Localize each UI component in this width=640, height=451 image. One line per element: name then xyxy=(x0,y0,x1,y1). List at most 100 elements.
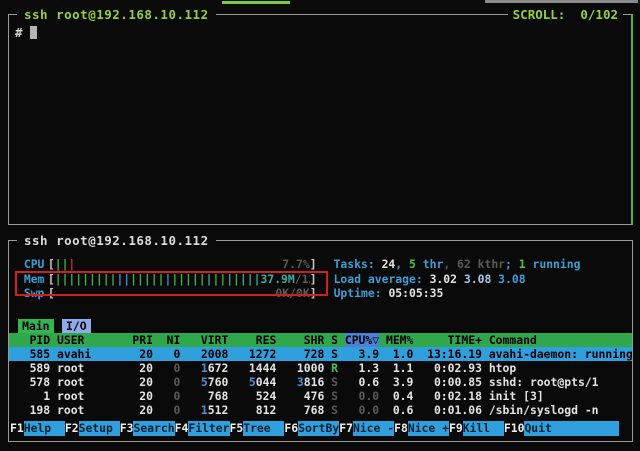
text-segment: 1 xyxy=(201,403,208,417)
text-segment: 3 xyxy=(297,375,304,389)
fkey-f1[interactable]: F1 xyxy=(10,421,24,436)
text-segment: avahi xyxy=(57,347,91,361)
column-header-pri[interactable]: PRI xyxy=(132,333,153,347)
cell-cpu: 0.6 xyxy=(345,375,379,389)
column-header-pid[interactable]: PID xyxy=(9,333,50,347)
text-cursor xyxy=(30,26,37,39)
cell-command: htop xyxy=(489,361,632,375)
text-segment: 3.08 xyxy=(464,272,498,286)
fkey-f7[interactable]: F7 xyxy=(339,421,353,436)
fkey-action-kill[interactable]: Kill xyxy=(463,421,504,436)
htop-meters: CPU[|||7.7%] Tasks: 24, 5 thr, 62 kthr; … xyxy=(17,257,624,301)
uptime: Uptime: 05:05:35 xyxy=(334,286,444,301)
fkey-action-search[interactable]: Search xyxy=(133,421,174,436)
text-segment: 2008 xyxy=(201,347,228,361)
top-ssh-pane[interactable]: ssh root@192.168.10.112 SCROLL: 0/102 # xyxy=(8,14,633,225)
meter-bar: | xyxy=(55,257,62,271)
process-row[interactable]: 1root200768524476S0.00.40:02.18init [3] xyxy=(9,389,632,403)
fkey-f9[interactable]: F9 xyxy=(449,421,463,436)
cell-command: /sbin/syslogd -n xyxy=(489,403,632,417)
column-header-cpu[interactable]: CPU%▽ xyxy=(345,333,379,347)
meter-bracket: ] xyxy=(310,286,317,301)
column-header-ni[interactable]: NI xyxy=(160,333,181,347)
process-row[interactable]: 578root200576050443816S0.63.90:00.85sshd… xyxy=(9,375,632,389)
cell-pid: 578 xyxy=(9,375,50,389)
text-segment: 816 xyxy=(304,375,325,389)
text-segment: , xyxy=(395,257,409,271)
process-row[interactable]: 589root200167214441000R1.31.10:02.93htop xyxy=(9,361,632,375)
bottom-ssh-pane[interactable]: ssh root@192.168.10.112 CPU[|||7.7%] Tas… xyxy=(8,240,633,442)
scroll-indicator: SCROLL: 0/102 xyxy=(508,7,623,22)
prompt-symbol: # xyxy=(15,25,23,40)
cell-mem: 0.6 xyxy=(379,403,413,417)
cell-time: 0:00.85 xyxy=(420,375,482,389)
cell-res: 1272 xyxy=(235,347,276,361)
fkey-f5[interactable]: F5 xyxy=(230,421,244,436)
process-row[interactable]: 198root2001512812768S0.00.60:01.06/sbin/… xyxy=(9,403,632,417)
fkey-action-filter[interactable]: Filter xyxy=(188,421,229,436)
meter-bar: | xyxy=(199,272,206,286)
cell-cpu: 1.3 xyxy=(345,361,379,375)
column-header-virt[interactable]: VIRT xyxy=(187,333,228,347)
text-segment: 760 xyxy=(208,375,229,389)
fkey-f6[interactable]: F6 xyxy=(284,421,298,436)
cell-command: avahi-daemon: running xyxy=(489,347,632,361)
meter-bar: | xyxy=(130,272,137,286)
text-segment: 3.9 xyxy=(359,347,380,361)
cell-ni: 0 xyxy=(160,389,181,403)
cell-user: root xyxy=(57,375,126,389)
column-header-time[interactable]: TIME+ xyxy=(420,333,482,347)
tab-main[interactable]: Main xyxy=(18,319,54,333)
cell-ni: 0 xyxy=(160,347,181,361)
text-segment: root xyxy=(57,403,84,417)
column-header-shr[interactable]: SHR xyxy=(283,333,324,347)
text-segment: 5 xyxy=(409,257,416,271)
text-segment: 672 xyxy=(208,361,229,375)
fkey-action-sortby[interactable]: SortBy xyxy=(298,421,339,436)
process-row[interactable]: 585avahi20020081272728S3.91.013:16.19ava… xyxy=(9,347,632,361)
meter-bracket: [ xyxy=(48,272,55,287)
text-segment: Load average: xyxy=(334,272,430,286)
meter-bars: ||| xyxy=(55,257,76,272)
tab-i-o[interactable]: I/O xyxy=(62,319,91,333)
memory-meter: Mem[||||||||||||||||||||||||||||||37.9M/… xyxy=(17,272,317,287)
meter-bar: | xyxy=(55,272,62,286)
column-header-res[interactable]: RES xyxy=(235,333,276,347)
fkey-f10[interactable]: F10 xyxy=(504,421,525,436)
cell-s: R xyxy=(331,361,338,375)
meter-fill-area: ||||||||||||||||||||||||||||||37.9M/128M xyxy=(55,272,310,287)
fkey-f2[interactable]: F2 xyxy=(65,421,79,436)
shell-prompt-line[interactable]: # xyxy=(15,25,37,40)
fkey-action-setup[interactable]: Setup xyxy=(79,421,120,436)
fkey-f8[interactable]: F8 xyxy=(394,421,408,436)
text-segment: 768 xyxy=(208,389,229,403)
column-header-s[interactable]: S xyxy=(331,333,338,347)
cell-pid: 198 xyxy=(9,403,50,417)
fkey-f4[interactable]: F4 xyxy=(175,421,189,436)
text-segment: 768 xyxy=(304,403,325,417)
meter-label: Mem xyxy=(24,272,48,287)
text-segment: 524 xyxy=(256,389,277,403)
fkey-action-nice-[interactable]: Nice + xyxy=(408,421,449,436)
fkey-f3[interactable]: F3 xyxy=(120,421,134,436)
fkey-action-tree[interactable]: Tree xyxy=(243,421,284,436)
text-segment: 3.08 xyxy=(498,272,525,286)
text-segment: 044 xyxy=(256,375,277,389)
column-header-user[interactable]: USER xyxy=(57,333,126,347)
text-segment: 198 xyxy=(30,403,51,417)
fkey-action-help[interactable]: Help xyxy=(24,421,65,436)
fkey-action-nice-[interactable]: Nice - xyxy=(353,421,394,436)
cell-pri: 20 xyxy=(132,403,153,417)
function-key-bar: F1Help F2Setup F3SearchF4FilterF5Tree F6… xyxy=(10,421,619,436)
column-header-mem[interactable]: MEM% xyxy=(379,333,413,347)
meter-bars: |||||||||||||||||||||||||||||| xyxy=(55,272,261,287)
cpu-meter-row: CPU[|||7.7%] Tasks: 24, 5 thr, 62 kthr; … xyxy=(17,257,624,272)
terminal-screen: ssh root@192.168.10.112 SCROLL: 0/102 # … xyxy=(0,0,640,451)
text-segment: 589 xyxy=(30,361,51,375)
cell-virt: 1672 xyxy=(187,361,228,375)
text-segment: running xyxy=(526,257,581,271)
column-header-command[interactable]: Command xyxy=(489,333,632,347)
text-segment: 1000 xyxy=(297,361,324,375)
text-segment: 7.7% xyxy=(282,257,309,271)
fkey-action-quit[interactable]: Quit xyxy=(524,421,619,436)
